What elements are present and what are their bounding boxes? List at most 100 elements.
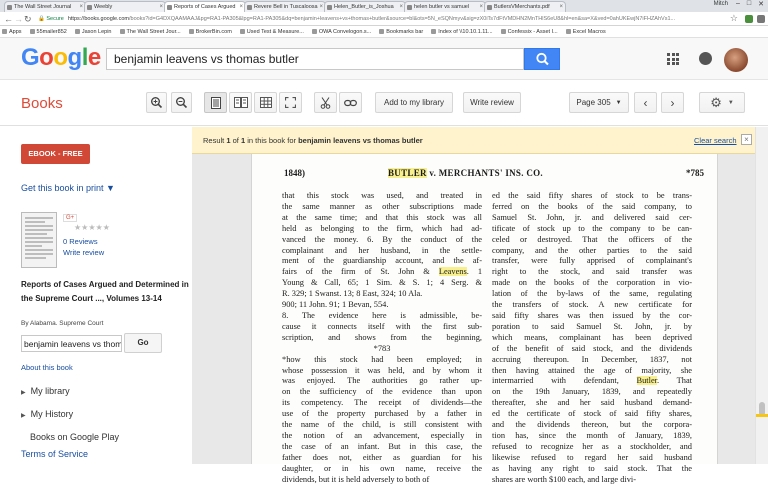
previous-page-button[interactable]: ‹ bbox=[634, 92, 657, 113]
tab-favicon bbox=[407, 5, 412, 10]
clip-button[interactable] bbox=[314, 92, 337, 113]
bookmark-item[interactable]: 55mailer852 bbox=[29, 29, 67, 35]
bookmark-favicon bbox=[500, 29, 506, 34]
tab-label: Reports of Cases Argued bbox=[174, 4, 236, 10]
page-right-column: ed the said fifty shares of stock to be … bbox=[492, 191, 692, 485]
text-line: daughter, or in his own name, receive th… bbox=[282, 463, 482, 473]
go-button[interactable]: Go bbox=[124, 333, 162, 353]
link-icon bbox=[344, 99, 357, 106]
close-tab-icon[interactable]: × bbox=[319, 2, 323, 12]
my-history-link[interactable]: ▶ My History bbox=[21, 409, 73, 419]
bookmark-item[interactable]: Index of \\10.10.1.11... bbox=[431, 29, 493, 35]
books-on-google-play-link[interactable]: Books on Google Play bbox=[30, 432, 119, 442]
text-line: celed or destroyed. That the officers of… bbox=[492, 234, 692, 244]
bookmark-item[interactable]: Apps bbox=[2, 29, 22, 35]
add-to-library-button[interactable]: Add to my library bbox=[375, 92, 453, 113]
about-book-link[interactable]: About this book bbox=[21, 363, 73, 372]
close-tab-icon[interactable]: × bbox=[399, 2, 403, 12]
window-controls: – □ ✕ bbox=[736, 0, 764, 8]
text-line: poration to said Samuel St. John, jr. by bbox=[492, 321, 692, 331]
search-input[interactable] bbox=[107, 49, 507, 69]
text-line: vanced the money. 6. By the conduct of t… bbox=[282, 234, 482, 244]
close-tab-icon[interactable]: × bbox=[239, 2, 243, 12]
text-line: father does not, either as guardian for … bbox=[282, 452, 482, 462]
search-in-book-input[interactable] bbox=[21, 335, 122, 352]
bookmark-item[interactable]: Used Test & Measure... bbox=[239, 29, 304, 35]
reload-icon[interactable]: ↻ bbox=[24, 13, 32, 25]
tab-favicon bbox=[327, 5, 332, 10]
books-section-label[interactable]: Books bbox=[21, 95, 63, 112]
ebook-free-button[interactable]: EBOOK - FREE bbox=[21, 144, 90, 164]
url-field[interactable]: 🔒 Secure https://books.google.com/books?i… bbox=[38, 14, 728, 24]
notifications-icon[interactable] bbox=[699, 52, 712, 65]
menu-icon[interactable] bbox=[757, 15, 765, 23]
browser-tab[interactable]: ButlersVMerchants.pdf × bbox=[484, 1, 566, 12]
bookmark-favicon bbox=[431, 29, 437, 34]
bookmark-item[interactable]: Confessix - Asset I... bbox=[500, 29, 558, 35]
google-logo[interactable]: Google bbox=[21, 45, 101, 71]
browser-tab[interactable]: The Wall Street Journal × bbox=[4, 1, 86, 12]
close-tab-icon[interactable]: × bbox=[559, 2, 563, 12]
search-box bbox=[106, 48, 524, 70]
browser-tab[interactable]: Weebly × bbox=[84, 1, 166, 12]
avatar[interactable] bbox=[724, 48, 748, 72]
browser-tab[interactable]: Reports of Cases Argued × bbox=[164, 1, 246, 12]
thumbnail-view-button[interactable] bbox=[254, 92, 277, 113]
reviews-link[interactable]: 0 Reviews bbox=[63, 237, 98, 246]
text-line: accruing thereupon. In December, 1837, n… bbox=[492, 354, 692, 364]
bookmark-label: OWA Convelogon.s... bbox=[318, 28, 372, 35]
forward-icon[interactable]: → bbox=[14, 13, 23, 25]
fullscreen-icon bbox=[285, 97, 296, 108]
zoom-in-button[interactable] bbox=[146, 92, 167, 113]
tab-label: Helen_Butler_is_Joshua bbox=[334, 4, 394, 10]
book-cover-thumbnail[interactable] bbox=[21, 212, 57, 268]
browser-tab[interactable]: Helen_Butler_is_Joshua × bbox=[324, 1, 406, 12]
page-left-column: that this stock was used, and treated in… bbox=[282, 191, 482, 485]
close-tab-icon[interactable]: × bbox=[79, 2, 83, 12]
browser-tab[interactable]: Revere Bell in Tuscaloosa × bbox=[244, 1, 326, 12]
text-line: complainant and her husband, in the sett… bbox=[282, 245, 482, 255]
get-in-print-link[interactable]: Get this book in print ▼ bbox=[21, 183, 115, 193]
settings-button[interactable]: ⚙ ▼ bbox=[699, 92, 745, 113]
fullscreen-button[interactable] bbox=[279, 92, 302, 113]
write-review-button[interactable]: Write review bbox=[463, 92, 521, 113]
terms-of-service-link[interactable]: Terms of Service bbox=[21, 449, 88, 459]
bookmark-item[interactable]: Excel Macros bbox=[565, 29, 606, 35]
browser-tab[interactable]: helen butler vs samuel × bbox=[404, 1, 486, 12]
book-reader[interactable]: 1848) BUTLER v. MERCHANTS' INS. CO. *785… bbox=[192, 154, 755, 484]
close-banner-icon[interactable]: × bbox=[741, 134, 752, 145]
close-tab-icon[interactable]: × bbox=[479, 2, 483, 12]
bookmark-star-icon[interactable]: ☆ bbox=[730, 13, 738, 24]
maximize-icon[interactable]: □ bbox=[747, 0, 751, 8]
google-header: Google bbox=[0, 38, 768, 80]
expand-icon: ▶ bbox=[21, 390, 26, 396]
next-page-button[interactable]: › bbox=[661, 92, 684, 113]
bookmark-label: Apps bbox=[9, 28, 22, 35]
page-scrollbar[interactable] bbox=[755, 127, 768, 464]
close-tab-icon[interactable]: × bbox=[159, 2, 163, 12]
page-select[interactable]: Page 305 ▼ bbox=[569, 92, 629, 113]
close-window-icon[interactable]: ✕ bbox=[758, 0, 764, 8]
bookmark-item[interactable]: BrokerBin.com bbox=[188, 29, 232, 35]
search-result-marker[interactable] bbox=[756, 414, 768, 417]
bookmark-item[interactable]: The Wall Street Jour... bbox=[119, 29, 181, 35]
link-button[interactable] bbox=[339, 92, 362, 113]
search-button[interactable] bbox=[524, 48, 560, 70]
zoom-out-button[interactable] bbox=[171, 92, 192, 113]
browser-user[interactable]: Mitch bbox=[714, 1, 728, 7]
clear-search-link[interactable]: Clear search bbox=[694, 136, 737, 145]
minimize-icon[interactable]: – bbox=[736, 0, 740, 8]
apps-grid-icon[interactable] bbox=[667, 53, 679, 65]
bookmark-item[interactable]: OWA Convelogon.s... bbox=[311, 28, 372, 35]
bookmark-item[interactable]: Bookmarks bar bbox=[379, 29, 423, 35]
text-line: which means, complainant has been depriv… bbox=[492, 332, 692, 342]
write-review-link[interactable]: Write review bbox=[63, 248, 104, 257]
bookmark-item[interactable]: Jason Lepin bbox=[74, 29, 112, 35]
back-icon[interactable]: ← bbox=[4, 13, 13, 25]
extension-icon[interactable] bbox=[745, 15, 753, 23]
single-page-view-button[interactable] bbox=[204, 92, 227, 113]
my-library-link[interactable]: ▶ My library bbox=[21, 386, 70, 396]
rating-stars[interactable]: ★★★★★ bbox=[74, 223, 110, 232]
two-page-view-button[interactable] bbox=[229, 92, 252, 113]
google-plus-button[interactable]: G+ bbox=[63, 214, 78, 222]
